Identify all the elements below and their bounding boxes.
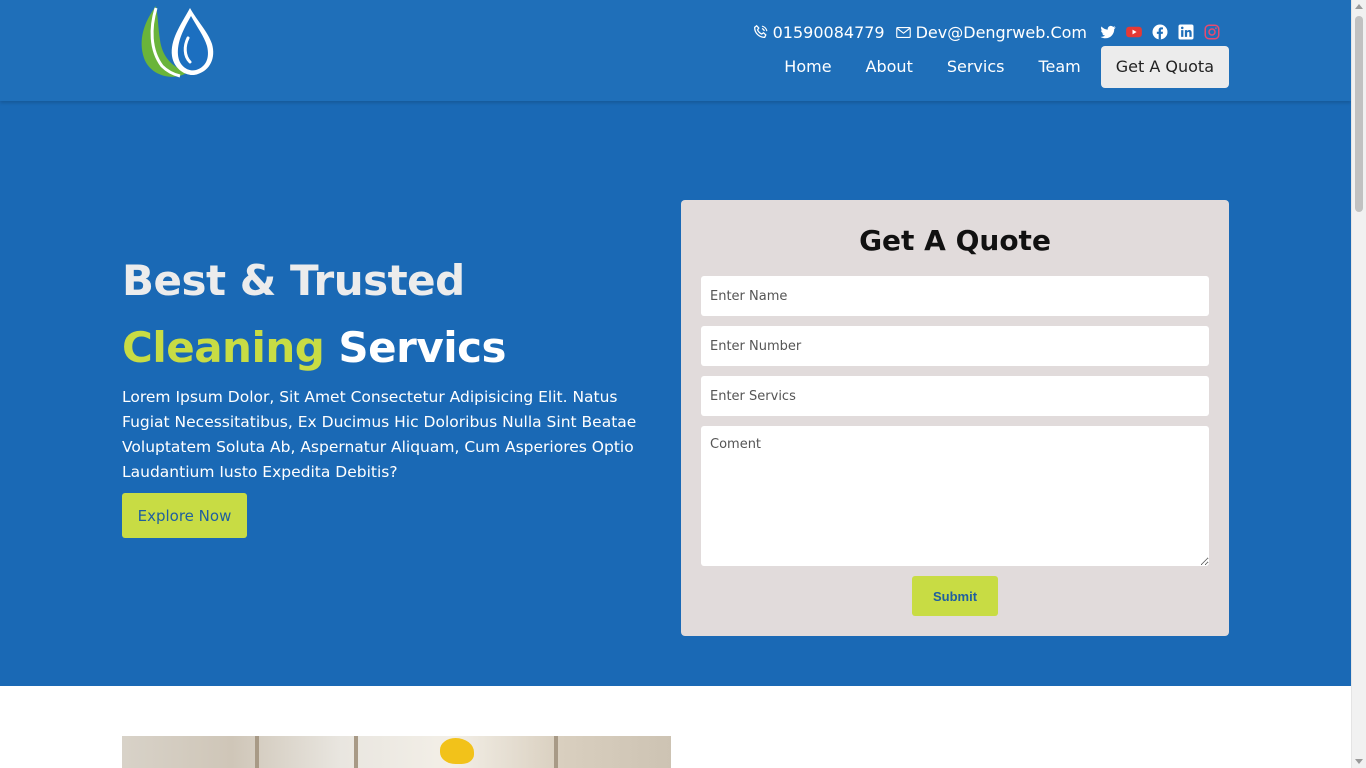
hero-section: Best & Trusted Cleaning Servics Lorem Ip… [0, 101, 1351, 686]
logo[interactable] [136, 0, 218, 82]
instagram-icon[interactable] [1203, 23, 1221, 41]
scroll-down-arrow-icon[interactable] [1355, 759, 1363, 764]
hero-title-line2: Cleaning Servics [122, 323, 507, 372]
scroll-thumb[interactable] [1355, 16, 1363, 212]
window-frame [554, 736, 558, 768]
email-contact[interactable]: Dev@Dengrweb.Com [895, 23, 1087, 42]
cleaning-photo [122, 736, 671, 768]
service-input[interactable] [701, 376, 1209, 416]
youtube-icon[interactable] [1125, 23, 1143, 41]
facebook-icon[interactable] [1151, 23, 1169, 41]
nav-team[interactable]: Team [1021, 46, 1097, 88]
phone-icon [753, 24, 768, 38]
page: 01590084779 Dev@Dengrweb.Com Home About … [0, 0, 1351, 768]
nav-home[interactable]: Home [767, 46, 848, 88]
hero-title-accent: Cleaning [122, 323, 325, 372]
quote-form: Get A Quote Submit [681, 200, 1229, 636]
contact-bar: 01590084779 Dev@Dengrweb.Com [752, 20, 1221, 44]
comment-textarea[interactable] [701, 426, 1209, 566]
linkedin-icon[interactable] [1177, 23, 1195, 41]
twitter-icon[interactable] [1099, 23, 1117, 41]
quote-form-title: Get A Quote [859, 224, 1051, 257]
logo-drops-icon [141, 6, 214, 78]
vertical-scrollbar[interactable] [1351, 0, 1366, 768]
hero-title-line1: Best & Trusted [122, 256, 465, 305]
main-nav: Home About Servics Team Get A Quota [767, 46, 1229, 88]
about-section [0, 686, 1351, 768]
nav-about[interactable]: About [849, 46, 930, 88]
nav-services[interactable]: Servics [930, 46, 1022, 88]
phone-contact[interactable]: 01590084779 [752, 23, 885, 42]
window-frame [255, 736, 259, 768]
social-links [1099, 23, 1221, 41]
envelope-icon [895, 26, 911, 38]
hero-title-rest: Servics [324, 323, 507, 372]
explore-now-button[interactable]: Explore Now [122, 493, 247, 538]
site-header: 01590084779 Dev@Dengrweb.Com Home About … [0, 0, 1351, 101]
email-address: Dev@Dengrweb.Com [915, 22, 1087, 42]
submit-button[interactable]: Submit [912, 576, 998, 616]
get-quota-button[interactable]: Get A Quota [1100, 46, 1229, 88]
yellow-flower [440, 738, 474, 764]
phone-number: 01590084779 [772, 22, 885, 42]
scroll-up-arrow-icon[interactable] [1355, 4, 1363, 9]
hero-description: Lorem Ipsum Dolor, Sit Amet Consectetur … [122, 388, 637, 481]
name-input[interactable] [701, 276, 1209, 316]
window-frame [354, 736, 358, 768]
number-input[interactable] [701, 326, 1209, 366]
